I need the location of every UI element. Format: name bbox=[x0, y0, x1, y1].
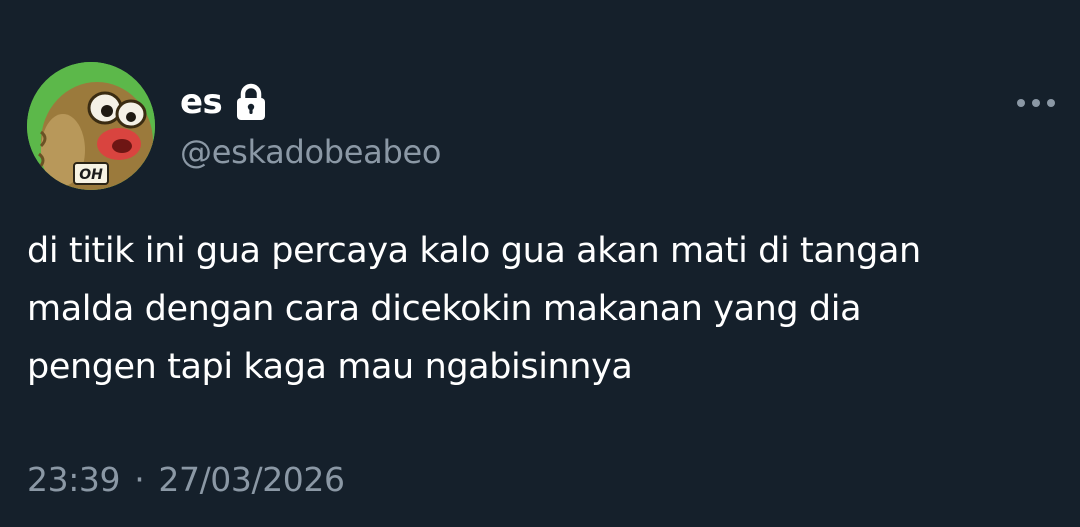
user-handle[interactable]: @eskadobeabeo bbox=[180, 132, 441, 172]
tweet-date: 27/03/2026 bbox=[158, 460, 345, 499]
tweet-text: di titik ini gua percaya kalo gua akan m… bbox=[27, 222, 1057, 396]
display-name[interactable]: es bbox=[180, 80, 223, 124]
avatar-image: OH bbox=[27, 62, 155, 190]
tweet-text-line: malda dengan cara dicekokin makanan yang… bbox=[27, 289, 862, 329]
tweet-timestamp[interactable]: 23:39 · 27/03/2026 bbox=[27, 458, 345, 502]
more-options-icon[interactable] bbox=[1015, 94, 1057, 112]
meta-separator: · bbox=[134, 460, 145, 499]
lock-icon bbox=[234, 83, 268, 121]
tweet-time: 23:39 bbox=[27, 460, 121, 499]
tweet-text-line: di titik ini gua percaya kalo gua akan m… bbox=[27, 231, 921, 271]
display-name-row: es bbox=[180, 80, 268, 124]
avatar[interactable]: OH bbox=[27, 62, 155, 190]
tweet-text-line: pengen tapi kaga mau ngabisinnya bbox=[27, 347, 633, 387]
tweet-card: OH es @eskadobeabeo di titik ini gua per… bbox=[0, 0, 1080, 527]
avatar-caption: OH bbox=[79, 167, 103, 183]
